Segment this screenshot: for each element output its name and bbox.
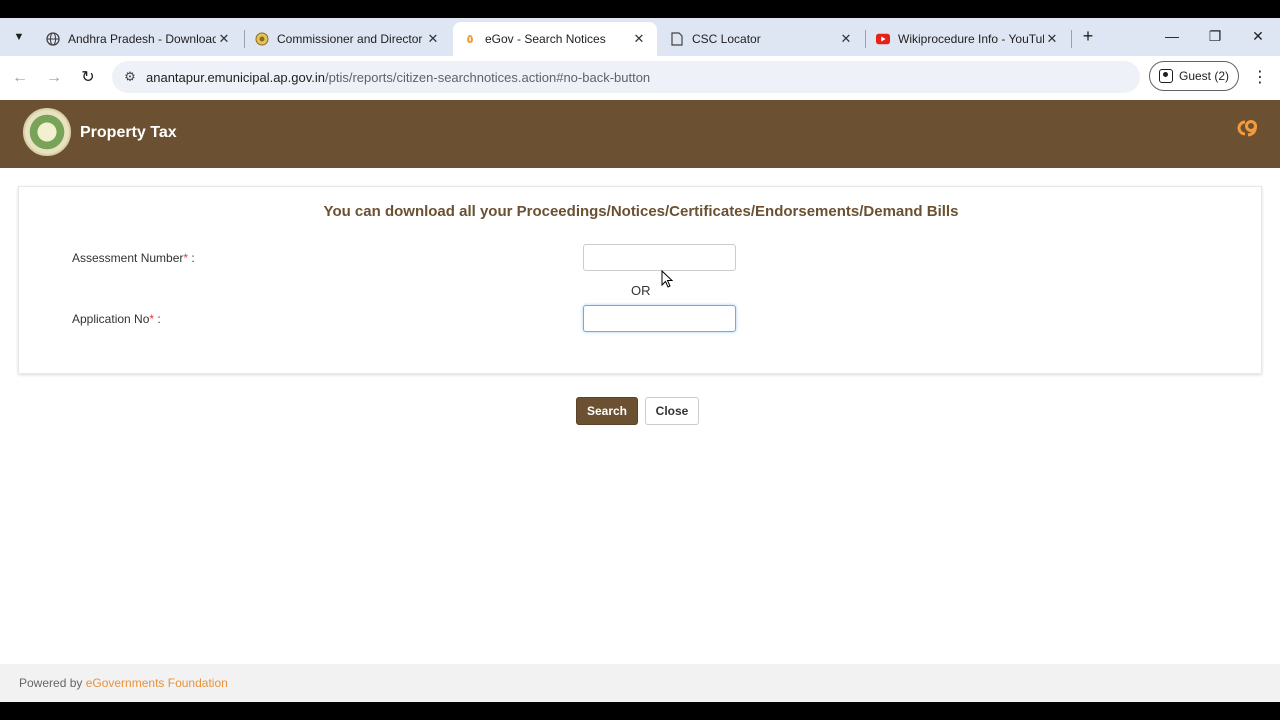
minimize-icon[interactable]: — bbox=[1160, 24, 1184, 48]
tab-andhra-pradesh[interactable]: Andhra Pradesh - Download ✕ bbox=[36, 22, 242, 56]
search-button[interactable]: Search bbox=[576, 397, 638, 425]
restore-icon[interactable]: ❐ bbox=[1203, 24, 1227, 48]
application-number-label: Application No* : bbox=[72, 312, 161, 326]
tab-title: Wikiprocedure Info - YouTub bbox=[898, 32, 1044, 46]
tab-title: CSC Locator bbox=[692, 32, 761, 46]
application-label-text: Application No bbox=[72, 312, 150, 326]
search-notices-card: You can download all your Proceedings/No… bbox=[18, 186, 1262, 374]
assessment-number-label: Assessment Number* : bbox=[72, 251, 195, 265]
egov-icon: ٥ bbox=[466, 32, 474, 46]
address-bar[interactable]: ⚙ anantapur.emunicipal.ap.gov.in/ptis/re… bbox=[112, 61, 1140, 93]
page-icon bbox=[670, 32, 684, 46]
profile-button[interactable]: Guest (2) bbox=[1149, 61, 1239, 91]
egov-foundation-link[interactable]: eGovernments Foundation bbox=[86, 676, 228, 690]
close-icon[interactable]: ✕ bbox=[838, 31, 854, 47]
tab-separator bbox=[1071, 30, 1072, 48]
egov-logo-icon bbox=[1235, 118, 1257, 138]
or-separator: OR bbox=[631, 283, 651, 298]
application-number-input[interactable] bbox=[583, 305, 736, 332]
tab-strip: ▼ Andhra Pradesh - Download ✕ Commission… bbox=[0, 18, 1280, 56]
reload-icon[interactable]: ↻ bbox=[76, 66, 100, 90]
profile-label: Guest (2) bbox=[1178, 69, 1229, 83]
new-tab-plus-icon[interactable]: + bbox=[1078, 26, 1098, 46]
globe-icon bbox=[46, 32, 60, 46]
site-settings-icon[interactable]: ⚙ bbox=[120, 69, 140, 85]
profile-icon bbox=[1158, 69, 1173, 83]
url-host: anantapur.emunicipal.ap.gov.in bbox=[146, 69, 325, 85]
browser-menu-icon[interactable]: ⋮ bbox=[1250, 66, 1270, 90]
tab-title: eGov - Search Notices bbox=[485, 32, 606, 46]
close-icon[interactable]: ✕ bbox=[631, 31, 647, 47]
app-title: Property Tax bbox=[80, 124, 177, 141]
browser-toolbar: ← → ↻ ⚙ anantapur.emunicipal.ap.gov.in/p… bbox=[0, 56, 1280, 100]
form-heading: You can download all your Proceedings/No… bbox=[323, 203, 959, 220]
close-icon[interactable]: ✕ bbox=[1044, 31, 1060, 47]
window-close-icon[interactable]: ✕ bbox=[1246, 24, 1270, 48]
powered-by-label: Powered by bbox=[19, 676, 86, 690]
tab-commissioner[interactable]: Commissioner and Director o ✕ bbox=[245, 22, 451, 56]
web-page: Property Tax You can download all your P… bbox=[0, 100, 1280, 702]
government-emblem-logo bbox=[23, 108, 71, 156]
back-arrow-icon[interactable]: ← bbox=[8, 66, 32, 90]
app-header: Property Tax bbox=[0, 100, 1280, 168]
forward-arrow-icon[interactable]: → bbox=[42, 66, 66, 90]
address-url: anantapur.emunicipal.ap.gov.in/ptis/repo… bbox=[146, 70, 650, 85]
tab-egov-search-notices[interactable]: ٥ eGov - Search Notices ✕ bbox=[453, 22, 657, 56]
screen-top-bar bbox=[0, 0, 1280, 18]
tab-title: Andhra Pradesh - Download bbox=[68, 32, 216, 46]
tab-youtube[interactable]: Wikiprocedure Info - YouTub ✕ bbox=[866, 22, 1070, 56]
assessment-number-input[interactable] bbox=[583, 244, 736, 271]
assessment-label-text: Assessment Number bbox=[72, 251, 184, 265]
label-colon: : bbox=[188, 251, 195, 265]
label-colon: : bbox=[154, 312, 161, 326]
browser-chrome: ▼ Andhra Pradesh - Download ✕ Commission… bbox=[0, 18, 1280, 100]
close-button[interactable]: Close bbox=[645, 397, 699, 425]
powered-by-text: Powered by eGovernments Foundation bbox=[19, 676, 228, 690]
url-path: /ptis/reports/citizen-searchnotices.acti… bbox=[325, 69, 651, 85]
tab-csc-locator[interactable]: CSC Locator ✕ bbox=[660, 22, 864, 56]
mouse-pointer-icon bbox=[661, 270, 673, 288]
emblem-icon bbox=[255, 32, 269, 46]
page-footer: Powered by eGovernments Foundation bbox=[0, 664, 1280, 702]
youtube-icon bbox=[876, 32, 890, 46]
tab-search-chevron-icon[interactable]: ▼ bbox=[8, 26, 30, 48]
tab-title: Commissioner and Director o bbox=[277, 32, 425, 46]
close-icon[interactable]: ✕ bbox=[216, 31, 232, 47]
close-icon[interactable]: ✕ bbox=[425, 31, 441, 47]
